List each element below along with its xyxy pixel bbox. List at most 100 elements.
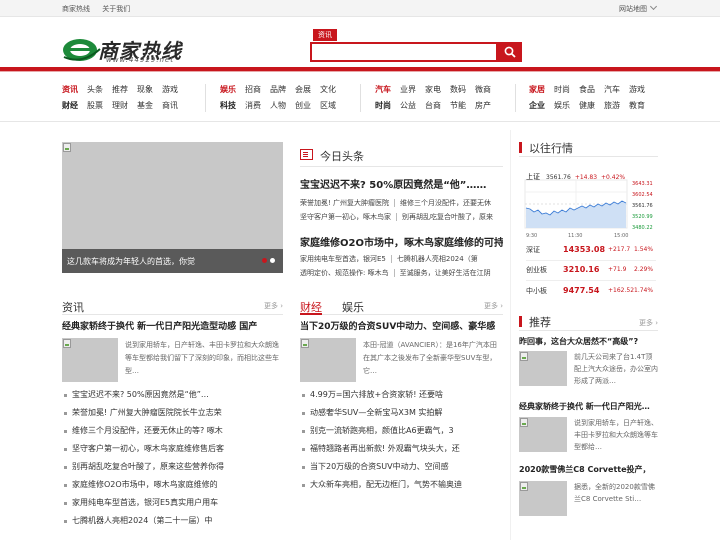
nav-item[interactable]: 文化 xyxy=(320,82,336,98)
nav-item[interactable]: 区域 xyxy=(320,98,336,114)
main-nav: 资讯 头条 推荐 现象 游戏 财经 股票 理财 基金 商讯 娱乐 招商 品牌 会展 文化 科技 消费 人物创… xyxy=(0,72,720,122)
nav-item[interactable]: 创业 xyxy=(295,98,311,114)
list-item[interactable]: 七腾机器人亮相2024（第二十一届）中 xyxy=(62,512,283,530)
nav-item[interactable]: 业界 xyxy=(400,82,416,98)
list-item[interactable]: 别克一流轿跑亮相，颜值比A6更霸气，3 xyxy=(300,422,503,440)
accent-bar xyxy=(519,316,522,327)
list-item[interactable]: 当下20万级的合资SUV中动力、空间感 xyxy=(300,458,503,476)
slider-dot[interactable] xyxy=(270,258,275,263)
nav-item[interactable]: 数码 xyxy=(450,82,466,98)
x-tick: 11:30 xyxy=(568,233,582,239)
nav-item[interactable]: 食品 xyxy=(579,82,595,98)
list-item[interactable]: 别再胡乱吃复合叶酸了，原来这些营养你得 xyxy=(62,458,283,476)
recommend-more-link[interactable]: 更多 xyxy=(639,318,658,328)
list-item[interactable]: 荣誉加冕! 广州复大肿瘤医院院长牛立志荣 xyxy=(62,404,283,422)
table-row[interactable]: 中小板 9477.54 +162.52 1.74% xyxy=(526,286,656,302)
nav-item[interactable]: 现象 xyxy=(137,82,153,98)
today-sublink[interactable]: 维修三个月没配件，还要无休 xyxy=(400,199,491,207)
nav-item[interactable]: 消费 xyxy=(245,98,261,114)
sitemap-dropdown[interactable]: 网站地图 xyxy=(619,2,658,14)
table-row[interactable]: 创业板 3210.16 +71.9 2.29% xyxy=(526,265,656,281)
nav-item[interactable]: 人物 xyxy=(270,98,286,114)
nav-item[interactable]: 游戏 xyxy=(629,82,645,98)
nav-item[interactable]: 理财 xyxy=(112,98,128,114)
search-category-tab[interactable]: 资讯 xyxy=(313,29,337,41)
nav-item[interactable]: 时尚 xyxy=(375,98,391,114)
nav-item[interactable]: 健康 xyxy=(579,98,595,114)
nav-item[interactable]: 会展 xyxy=(295,82,311,98)
nav-item[interactable]: 科技 xyxy=(220,98,236,114)
nav-item[interactable]: 汽车 xyxy=(375,82,391,98)
nav-item[interactable]: 游戏 xyxy=(162,82,178,98)
today-sublink[interactable]: 家用纯电车型首选，银河E5 xyxy=(300,255,386,263)
nav-item[interactable]: 房产 xyxy=(475,98,491,114)
hero-caption[interactable]: 这几款车将成为年轻人的首选，你觉 xyxy=(67,256,195,267)
nav-item[interactable]: 教育 xyxy=(629,98,645,114)
market-name: 深证 xyxy=(526,246,540,254)
list-item[interactable]: 福特翘路者再出新款! 外观霸气块头大，还 xyxy=(300,440,503,458)
list-item[interactable]: 坚守客户第一初心，啄木鸟家庭维修售后客 xyxy=(62,440,283,458)
topbar-link-about[interactable]: 关于我们 xyxy=(102,5,130,13)
nav-item[interactable]: 旅游 xyxy=(604,98,620,114)
today-sublink[interactable]: 坚守客户第一初心，啄木鸟家 xyxy=(300,213,391,221)
nav-item[interactable]: 股票 xyxy=(87,98,103,114)
site-logo[interactable]: 商家热线 www.44929.net xyxy=(62,35,214,64)
today-sublink[interactable]: 荣誉加冕! 广州复大肿瘤医院 xyxy=(300,199,389,207)
finance-feature-thumbnail[interactable] xyxy=(300,338,356,382)
nav-item[interactable]: 企业 xyxy=(529,98,545,114)
search-input[interactable] xyxy=(310,42,498,62)
recommend-thumbnail[interactable] xyxy=(519,417,567,452)
nav-item[interactable]: 公益 xyxy=(400,98,416,114)
nav-item[interactable]: 商讯 xyxy=(162,98,178,114)
list-item[interactable]: 动感奢华SUV—全新宝马X3M 实拍解 xyxy=(300,404,503,422)
nav-item[interactable]: 招商 xyxy=(245,82,261,98)
today-sublink[interactable]: 透明定价、规范操作: 啄木鸟 xyxy=(300,269,389,277)
topbar-link-hotline[interactable]: 商家热线 xyxy=(62,5,90,13)
list-item[interactable]: 4.99万=国六排放+合资家轿! 还要啥 xyxy=(300,386,503,404)
nav-item[interactable]: 财经 xyxy=(62,98,78,114)
nav-item[interactable]: 娱乐 xyxy=(554,98,570,114)
nav-item[interactable]: 汽车 xyxy=(604,82,620,98)
tab-news[interactable]: 资讯 xyxy=(62,299,84,315)
today-sublink[interactable]: 至诚服务，让美好生活在江阴 xyxy=(400,269,491,277)
search-button[interactable] xyxy=(497,42,522,62)
table-row[interactable]: 深证 14353.08 +217.7 1.54% xyxy=(526,245,656,261)
finance-feature-title[interactable]: 当下20万级的合资SUV中动力、空间感、豪华感 xyxy=(300,319,503,332)
nav-item[interactable]: 家电 xyxy=(425,82,441,98)
recommend-item-title[interactable]: 经典家轿终于换代 新一代日产阳光… xyxy=(519,401,658,412)
recommend-thumbnail[interactable] xyxy=(519,351,567,386)
site-header: 商家热线 www.44929.net 资讯 xyxy=(0,17,720,67)
news-more-link[interactable]: 更多 xyxy=(264,301,283,311)
nav-item[interactable]: 资讯 xyxy=(62,82,78,98)
today-sublink[interactable]: 七腾机器人亮相2024（第 xyxy=(397,255,478,263)
nav-item[interactable]: 时尚 xyxy=(554,82,570,98)
nav-item[interactable]: 节能 xyxy=(450,98,466,114)
list-item[interactable]: 维修三个月没配件，还要无休止的等? 啄木 xyxy=(62,422,283,440)
list-item[interactable]: 大众新车亮相，配无边框门，气势不输奥迪 xyxy=(300,476,503,494)
list-item[interactable]: 宝宝迟迟不来? 50%原因竟然是“他”… xyxy=(62,386,283,404)
hero-slider[interactable]: 这几款车将成为年轻人的首选，你觉 xyxy=(62,142,283,273)
nav-item[interactable]: 微商 xyxy=(475,82,491,98)
news-feature-title[interactable]: 经典家轿终于换代 新一代日产阳光造型动感 国产 xyxy=(62,319,283,332)
nav-item[interactable]: 台商 xyxy=(425,98,441,114)
news-feature-thumbnail[interactable] xyxy=(62,338,118,382)
market-intraday-chart[interactable]: 3643.31 3602.54 3561.76 3520.99 3480.22 … xyxy=(524,178,658,240)
nav-item[interactable]: 家居 xyxy=(529,82,545,98)
finance-more-link[interactable]: 更多 xyxy=(484,301,503,311)
today-sublink[interactable]: 别再胡乱吃复合叶酸了，原来 xyxy=(402,213,493,221)
nav-item[interactable]: 推荐 xyxy=(112,82,128,98)
nav-item[interactable]: 品牌 xyxy=(270,82,286,98)
nav-item[interactable]: 娱乐 xyxy=(220,82,236,98)
today-headline[interactable]: 家庭维修O2O市场中，啄木鸟家庭维修的可持 xyxy=(300,234,503,249)
list-item[interactable]: 家用纯电车型首选，银河E5真实用户用车 xyxy=(62,494,283,512)
nav-item[interactable]: 基金 xyxy=(137,98,153,114)
today-headline[interactable]: 宝宝迟迟不来? 50%原因竟然是“他”…… xyxy=(300,176,503,191)
slider-dot-active[interactable] xyxy=(262,258,267,263)
list-item[interactable]: 家庭维修O2O市场中，啄木鸟家庭维修的 xyxy=(62,476,283,494)
recommend-item-title[interactable]: 昨回事，这台大众居然不“高级”? xyxy=(519,336,658,347)
tab-entertainment[interactable]: 娱乐 xyxy=(342,299,364,315)
recommend-thumbnail[interactable] xyxy=(519,481,567,516)
recommend-item-title[interactable]: 2020款雪佛兰C8 Corvette投产， xyxy=(519,464,658,475)
market-change: +162.52 xyxy=(608,287,635,294)
nav-item[interactable]: 头条 xyxy=(87,82,103,98)
